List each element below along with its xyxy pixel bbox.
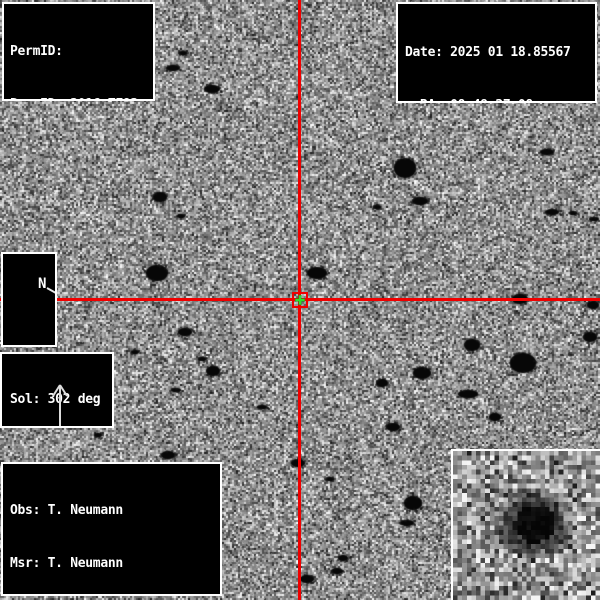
prov-id: ProvID: 2016 TF93 [10,96,147,101]
observer: Obs: T. Neumann [10,502,213,520]
target-info-panel: PermID: ProvID: 2016 TF93 TrkSub: NEU000… [2,2,155,101]
target-marker-box[interactable] [292,292,308,308]
compass-panel: N E [1,252,57,347]
sun-angle-panel: Sol: 302 deg [0,352,114,428]
obs-ra: RA: 08 49 27.08 [405,97,588,103]
compass-north-label: N [38,276,46,292]
perm-id: PermID: [10,43,147,61]
compass-rose-icon: N E [33,269,57,347]
sun-direction-arrow-icon [50,380,70,428]
target-zoom-image [453,451,600,600]
obs-date: Date: 2025 01 18.85567 [405,44,588,62]
target-cross-icon [295,295,305,305]
astrometry-viewer: PermID: ProvID: 2016 TF93 TrkSub: NEU000… [0,0,600,600]
observer-info-panel: Obs: T. Neumann Msr: T. Neumann Stn: D69… [1,462,222,596]
observation-details-panel: Date: 2025 01 18.85567 RA: 08 49 27.08 D… [396,2,597,103]
measurer: Msr: T. Neumann [10,555,213,573]
compass-east-label: E [54,342,57,347]
target-zoom-inset[interactable] [451,449,600,600]
